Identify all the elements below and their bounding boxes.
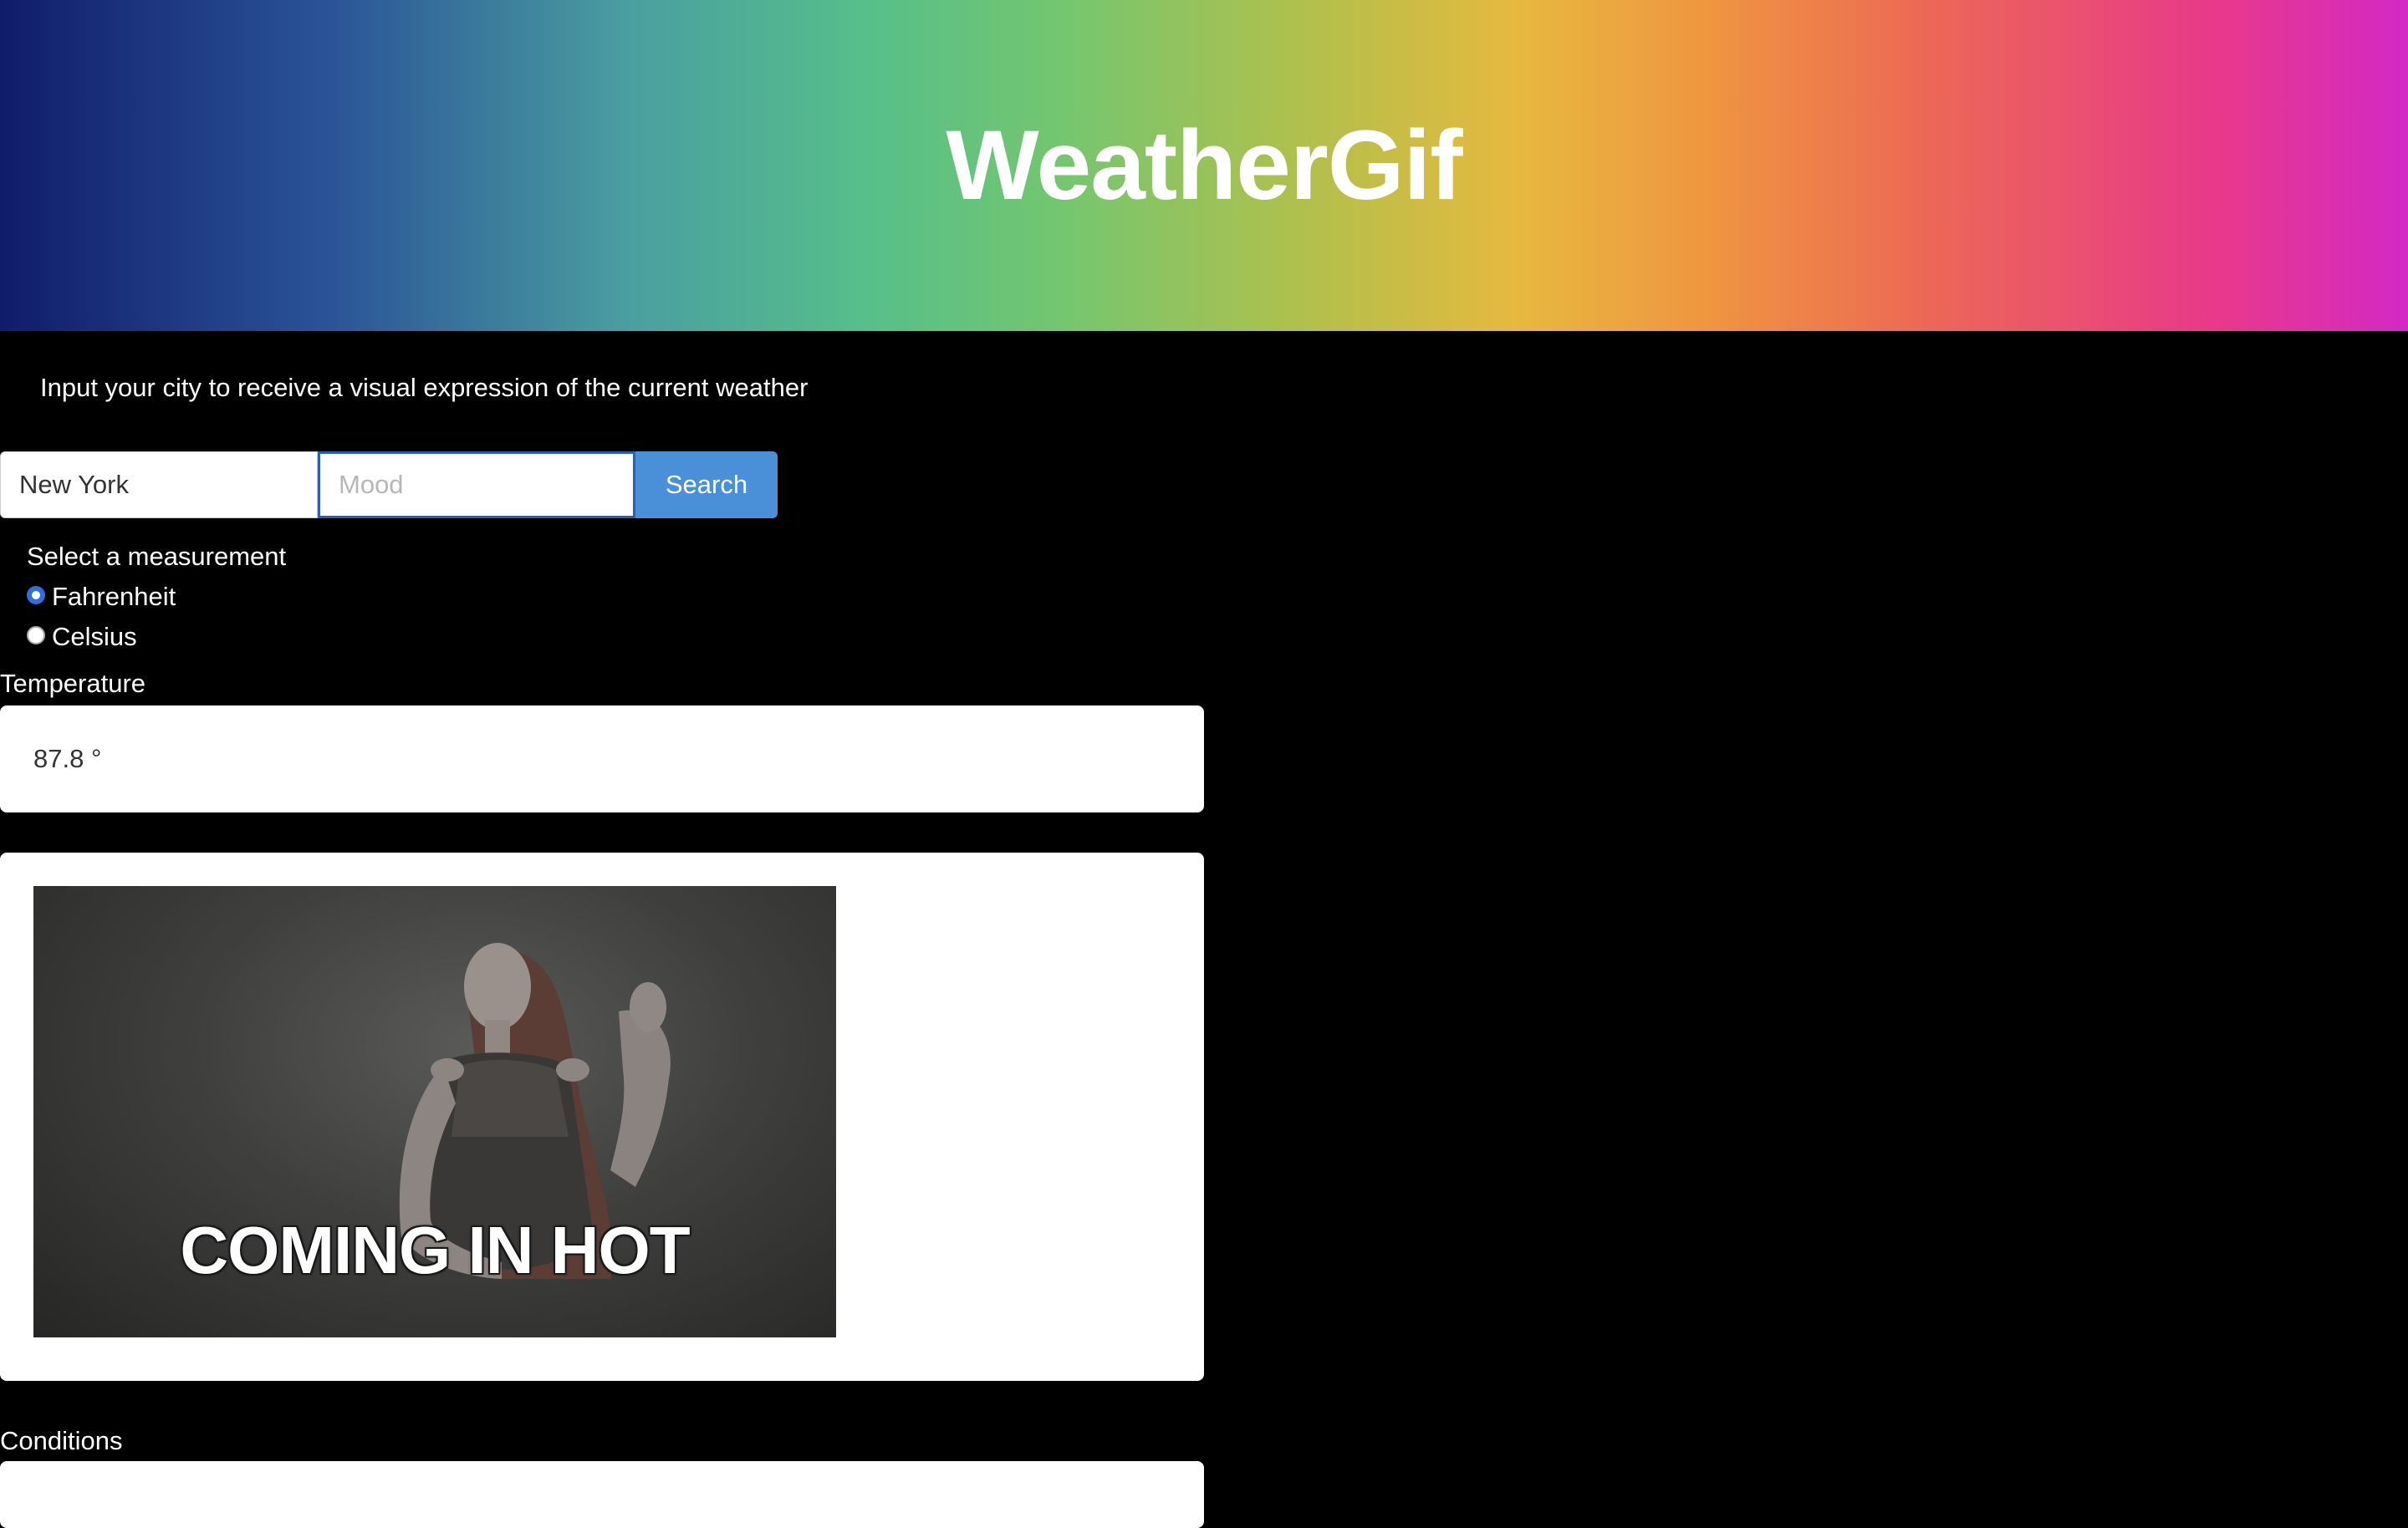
temperature-card: 87.8 ° [0, 705, 1204, 812]
celsius-option[interactable]: Celsius [27, 617, 286, 657]
temperature-value: 87.8 ° [33, 744, 102, 773]
weather-gif: COMING IN HOT [33, 886, 836, 1337]
header-banner: WeatherGif [0, 0, 2408, 331]
celsius-radio[interactable] [27, 626, 45, 644]
app-title: WeatherGif [946, 110, 1462, 221]
city-input[interactable] [0, 451, 318, 518]
measurement-selector: Select a measurement Fahrenheit Celsius [27, 537, 286, 657]
conditions-card [0, 1461, 1204, 1528]
fahrenheit-radio[interactable] [27, 586, 45, 604]
celsius-label[interactable]: Celsius [52, 617, 137, 657]
conditions-label: Conditions [0, 1426, 123, 1455]
fahrenheit-option[interactable]: Fahrenheit [27, 577, 286, 617]
fahrenheit-label[interactable]: Fahrenheit [52, 577, 176, 617]
measurement-label: Select a measurement [27, 542, 287, 571]
gif-card: COMING IN HOT [0, 853, 1204, 1381]
search-button[interactable]: Search [635, 451, 778, 518]
temperature-label: Temperature [0, 669, 146, 698]
intro-text: Input your city to receive a visual expr… [40, 373, 809, 402]
mood-input[interactable] [318, 451, 635, 518]
search-form: Search [0, 451, 778, 518]
gif-caption: COMING IN HOT [180, 1213, 690, 1287]
